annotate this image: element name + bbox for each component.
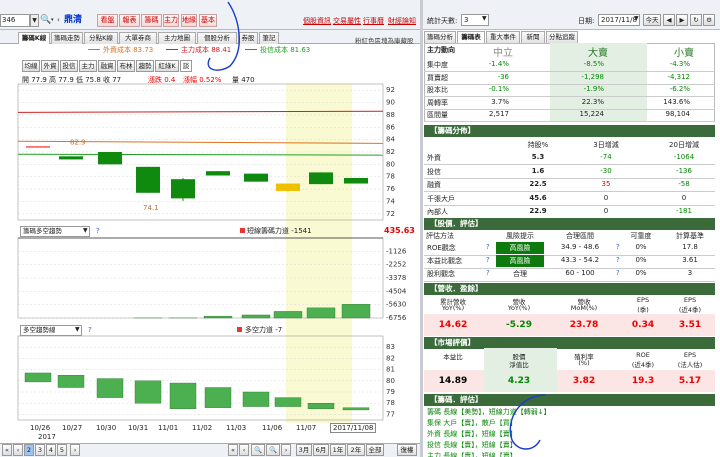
pen-annotation [207,1,546,450]
